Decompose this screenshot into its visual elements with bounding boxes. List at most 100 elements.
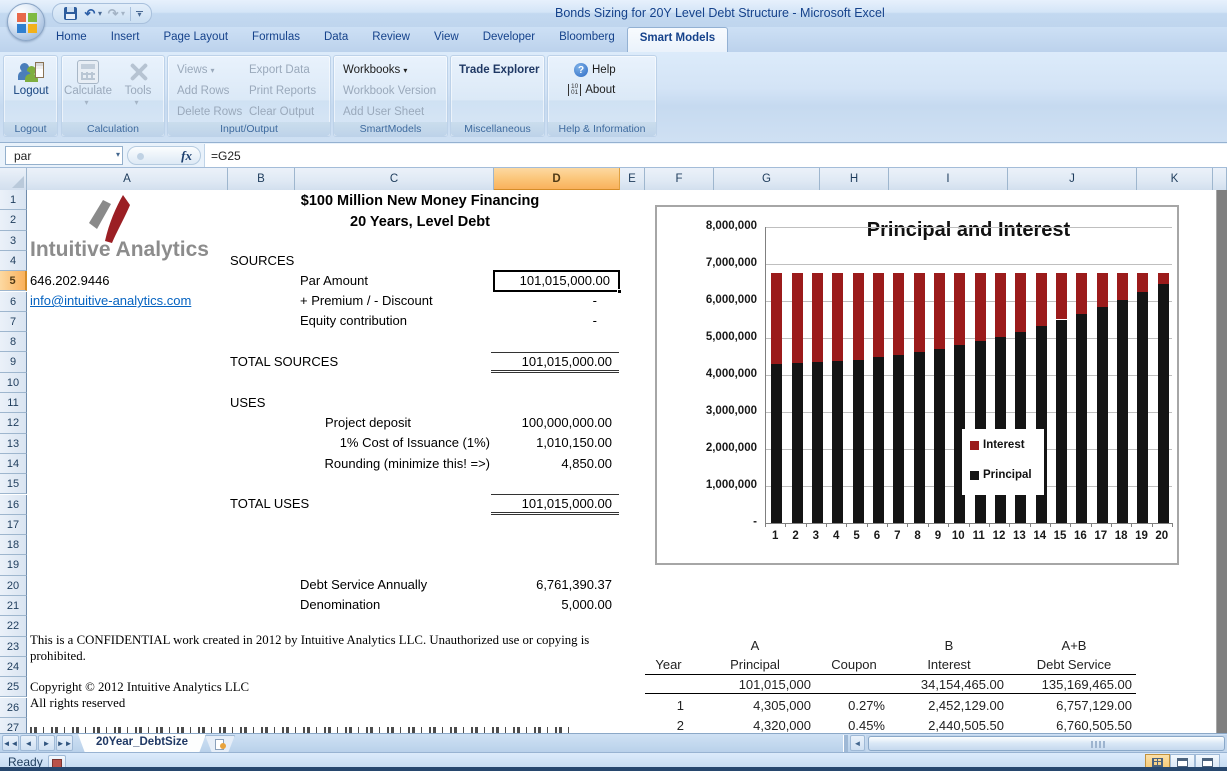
- row-header-10[interactable]: 10: [0, 373, 27, 393]
- tab-home[interactable]: Home: [44, 27, 99, 52]
- column-header-D[interactable]: D: [494, 168, 620, 191]
- email-link[interactable]: info@intuitive-analytics.com: [30, 293, 191, 309]
- name-box[interactable]: par▾: [5, 146, 123, 165]
- row-header-12[interactable]: 12: [0, 413, 27, 433]
- previous-sheet-icon[interactable]: ◄: [20, 735, 37, 751]
- tab-view[interactable]: View: [422, 27, 471, 52]
- fill-handle[interactable]: [617, 289, 622, 294]
- row-header-17[interactable]: 17: [0, 515, 27, 535]
- bar-interest[interactable]: [975, 273, 986, 341]
- tab-formulas[interactable]: Formulas: [240, 27, 312, 52]
- tab-data[interactable]: Data: [312, 27, 360, 52]
- bar-interest[interactable]: [873, 273, 884, 357]
- bar-principal[interactable]: [771, 364, 782, 523]
- row-header-23[interactable]: 23: [0, 637, 27, 657]
- help-button[interactable]: ?Help: [574, 63, 616, 77]
- column-header-C[interactable]: C: [295, 168, 494, 191]
- next-sheet-icon[interactable]: ►: [38, 735, 55, 751]
- principal-interest-chart[interactable]: Principal and Interest 8,000,0007,000,00…: [655, 205, 1179, 565]
- column-header-A[interactable]: A: [27, 168, 228, 191]
- bar-interest[interactable]: [1117, 273, 1128, 300]
- column-header-J[interactable]: J: [1008, 168, 1137, 191]
- row-header-9[interactable]: 9: [0, 352, 27, 372]
- bar-principal[interactable]: [873, 357, 884, 523]
- bar-principal[interactable]: [934, 349, 945, 523]
- row-header-21[interactable]: 21: [0, 596, 27, 616]
- bar-interest[interactable]: [1036, 273, 1047, 326]
- tab-insert[interactable]: Insert: [99, 27, 152, 52]
- hscroll-left-icon[interactable]: ◄: [850, 735, 865, 751]
- bar-interest[interactable]: [914, 273, 925, 352]
- row-header-15[interactable]: 15: [0, 474, 27, 494]
- column-header-clipped[interactable]: [1213, 168, 1227, 191]
- row-header-6[interactable]: 6: [0, 292, 27, 312]
- worksheet[interactable]: Intuitive Analytics 646.202.9446 info@in…: [27, 190, 1216, 733]
- select-all-corner[interactable]: [0, 168, 27, 191]
- insert-worksheet-icon[interactable]: [205, 735, 235, 753]
- row-header-18[interactable]: 18: [0, 535, 27, 555]
- row-header-8[interactable]: 8: [0, 332, 27, 352]
- bar-principal[interactable]: [893, 355, 904, 523]
- row-header-13[interactable]: 13: [0, 434, 27, 454]
- bar-interest[interactable]: [1056, 273, 1067, 320]
- column-header-K[interactable]: K: [1137, 168, 1213, 191]
- horizontal-scrollbar-thumb[interactable]: [868, 736, 1225, 751]
- name-box-dropdown-icon[interactable]: ▾: [116, 150, 120, 159]
- tab-review[interactable]: Review: [360, 27, 422, 52]
- bar-interest[interactable]: [853, 273, 864, 360]
- row-header-24[interactable]: 24: [0, 657, 27, 677]
- row-header-4[interactable]: 4: [0, 251, 27, 271]
- bar-principal[interactable]: [1076, 314, 1087, 523]
- tab-bloomberg[interactable]: Bloomberg: [547, 27, 627, 52]
- column-header-B[interactable]: B: [228, 168, 295, 191]
- column-header-E[interactable]: E: [620, 168, 645, 191]
- row-header-16[interactable]: 16: [0, 495, 27, 515]
- row-header-19[interactable]: 19: [0, 555, 27, 575]
- row-header-11[interactable]: 11: [0, 393, 27, 413]
- bar-principal[interactable]: [1158, 284, 1169, 523]
- tab-smart-models[interactable]: Smart Models: [627, 27, 728, 52]
- row-header-22[interactable]: 22: [0, 616, 27, 636]
- customize-qat-icon[interactable]: ▾: [136, 11, 143, 17]
- bar-interest[interactable]: [792, 273, 803, 363]
- column-header-I[interactable]: I: [889, 168, 1008, 191]
- row-header-2[interactable]: 2: [0, 210, 27, 230]
- bar-principal[interactable]: [1056, 320, 1067, 524]
- horizontal-scrollbar[interactable]: [866, 735, 1227, 752]
- row-header-3[interactable]: 3: [0, 231, 27, 251]
- bar-interest[interactable]: [812, 273, 823, 363]
- about-button[interactable]: 1001About: [568, 84, 615, 96]
- formula-input[interactable]: =G25: [204, 144, 1227, 167]
- bar-interest[interactable]: [954, 273, 965, 345]
- bar-interest[interactable]: [1097, 273, 1108, 307]
- row-header-27[interactable]: 27: [0, 718, 27, 733]
- row-header-14[interactable]: 14: [0, 454, 27, 474]
- bar-interest[interactable]: [1158, 273, 1169, 284]
- first-sheet-icon[interactable]: ◄◄: [2, 735, 19, 751]
- tab-scroll-divider[interactable]: [843, 735, 848, 752]
- bar-interest[interactable]: [934, 273, 945, 349]
- trade-explorer-button[interactable]: Trade Explorer: [459, 64, 540, 76]
- bar-principal[interactable]: [1117, 300, 1128, 523]
- bar-principal[interactable]: [1097, 307, 1108, 523]
- last-sheet-icon[interactable]: ►►: [56, 735, 73, 751]
- undo-icon[interactable]: ↶: [81, 5, 99, 22]
- bar-principal[interactable]: [812, 362, 823, 523]
- bar-principal[interactable]: [792, 363, 803, 523]
- bar-principal[interactable]: [853, 360, 864, 523]
- column-header-F[interactable]: F: [645, 168, 714, 191]
- bar-principal[interactable]: [1137, 292, 1148, 523]
- tab-page-layout[interactable]: Page Layout: [151, 27, 240, 52]
- bar-principal[interactable]: [832, 361, 843, 523]
- bar-interest[interactable]: [771, 273, 782, 364]
- insert-function-icon[interactable]: fx: [181, 148, 192, 164]
- row-header-26[interactable]: 26: [0, 698, 27, 718]
- save-icon[interactable]: [61, 5, 79, 22]
- row-header-25[interactable]: 25: [0, 677, 27, 697]
- workbooks-button[interactable]: Workbooks▾: [343, 64, 407, 76]
- row-header-20[interactable]: 20: [0, 576, 27, 596]
- undo-dropdown-icon[interactable]: ▾: [98, 9, 102, 18]
- chart-legend[interactable]: Interest Principal: [962, 429, 1044, 495]
- bar-interest[interactable]: [1137, 273, 1148, 292]
- column-header-H[interactable]: H: [820, 168, 889, 191]
